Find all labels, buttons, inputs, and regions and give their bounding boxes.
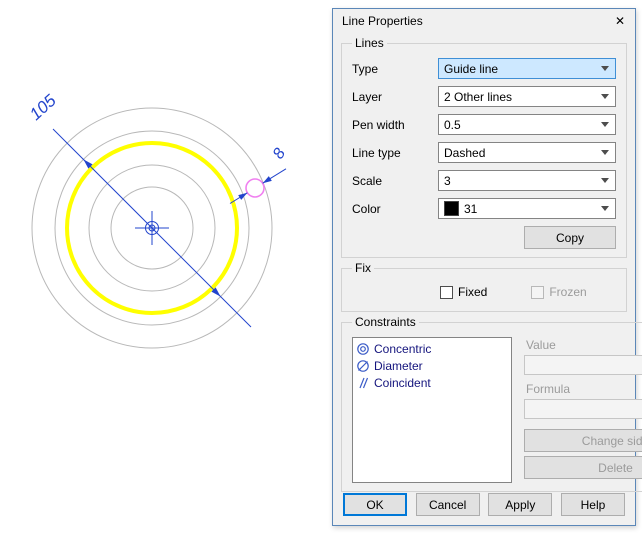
type-value: Guide line [439, 59, 597, 78]
list-item[interactable]: Diameter [353, 357, 511, 374]
lines-group: Lines Type Guide line Layer 2 Other line… [341, 36, 627, 258]
list-item[interactable]: Concentric [353, 340, 511, 357]
dim-arrow [263, 176, 272, 183]
chevron-down-icon [601, 150, 609, 155]
chevron-down-icon [601, 122, 609, 127]
type-row: Type Guide line [352, 58, 616, 79]
value-input [524, 355, 642, 375]
pen-width-select[interactable]: 0.5 [438, 114, 616, 135]
ok-button[interactable]: OK [343, 493, 407, 516]
selected-small-circle[interactable] [246, 179, 264, 197]
scale-value: 3 [439, 171, 597, 190]
fix-group-label: Fix [352, 261, 374, 275]
layer-select[interactable]: 2 Other lines [438, 86, 616, 107]
type-select[interactable]: Guide line [438, 58, 616, 79]
value-label: Value [526, 338, 642, 352]
dialog-titlebar[interactable]: Line Properties ✕ [333, 9, 635, 33]
layer-value: 2 Other lines [439, 87, 597, 106]
checkbox-icon [531, 286, 544, 299]
close-icon[interactable]: ✕ [611, 12, 629, 30]
constraint-label: Concentric [374, 342, 431, 356]
chevron-down-icon [601, 94, 609, 99]
chevron-down-icon [601, 66, 609, 71]
drawing-canvas[interactable]: 105 8 [0, 0, 330, 536]
help-button[interactable]: Help [561, 493, 625, 516]
layer-row: Layer 2 Other lines [352, 86, 616, 107]
fixed-label: Fixed [458, 285, 487, 299]
pen-width-value: 0.5 [439, 115, 597, 134]
coincident-icon [356, 376, 370, 390]
line-type-value: Dashed [439, 143, 597, 162]
dialog-button-bar: OK Cancel Apply Help [333, 493, 635, 516]
color-swatch [444, 201, 459, 216]
line-type-select[interactable]: Dashed [438, 142, 616, 163]
constraints-listbox[interactable]: Concentric Diameter [352, 337, 512, 483]
constraint-label: Diameter [374, 359, 423, 373]
cad-drawing: 105 8 [0, 0, 330, 536]
app-window: 105 8 Line Properties ✕ Lines Type [0, 0, 642, 536]
delete-button: Delete [524, 456, 642, 479]
copy-button[interactable]: Copy [524, 226, 616, 249]
constraint-detail-column: Value Formula Change side Delete [524, 337, 642, 483]
color-label: Color [352, 202, 438, 216]
diameter-icon [356, 359, 370, 373]
cancel-button[interactable]: Cancel [416, 493, 480, 516]
dialog-title: Line Properties [342, 14, 611, 28]
formula-input [524, 399, 642, 419]
line-type-label: Line type [352, 146, 438, 160]
layer-label: Layer [352, 90, 438, 104]
formula-label: Formula [526, 382, 642, 396]
constraint-label: Coincident [374, 376, 431, 390]
pen-width-label: Pen width [352, 118, 438, 132]
fixed-checkbox[interactable]: Fixed [440, 285, 487, 299]
line-type-row: Line type Dashed [352, 142, 616, 163]
frozen-checkbox: Frozen [531, 285, 586, 299]
chevron-down-icon [601, 206, 609, 211]
scale-select[interactable]: 3 [438, 170, 616, 191]
color-value: 31 [464, 202, 477, 216]
dimension-8[interactable]: 8 [270, 145, 289, 162]
frozen-label: Frozen [549, 285, 586, 299]
constraints-group: Constraints Concentric [341, 315, 642, 492]
line-properties-dialog: Line Properties ✕ Lines Type Guide line … [332, 8, 636, 526]
chevron-down-icon [601, 178, 609, 183]
dimension-105[interactable]: 105 [26, 91, 60, 124]
apply-button[interactable]: Apply [488, 493, 552, 516]
scale-label: Scale [352, 174, 438, 188]
color-select[interactable]: 31 [438, 198, 616, 219]
lines-group-label: Lines [352, 36, 387, 50]
list-item[interactable]: Coincident [353, 374, 511, 391]
constraints-group-label: Constraints [352, 315, 419, 329]
fix-group: Fix Fixed Frozen [341, 261, 627, 312]
pen-width-row: Pen width 0.5 [352, 114, 616, 135]
change-side-button: Change side [524, 429, 642, 452]
checkbox-icon [440, 286, 453, 299]
fix-row: Fixed Frozen [352, 285, 616, 299]
scale-row: Scale 3 [352, 170, 616, 191]
type-label: Type [352, 62, 438, 76]
color-value-wrap: 31 [439, 199, 597, 218]
concentric-icon [356, 342, 370, 356]
color-row: Color 31 [352, 198, 616, 219]
constraints-body: Concentric Diameter [352, 337, 642, 483]
copy-row: Copy [352, 226, 616, 249]
